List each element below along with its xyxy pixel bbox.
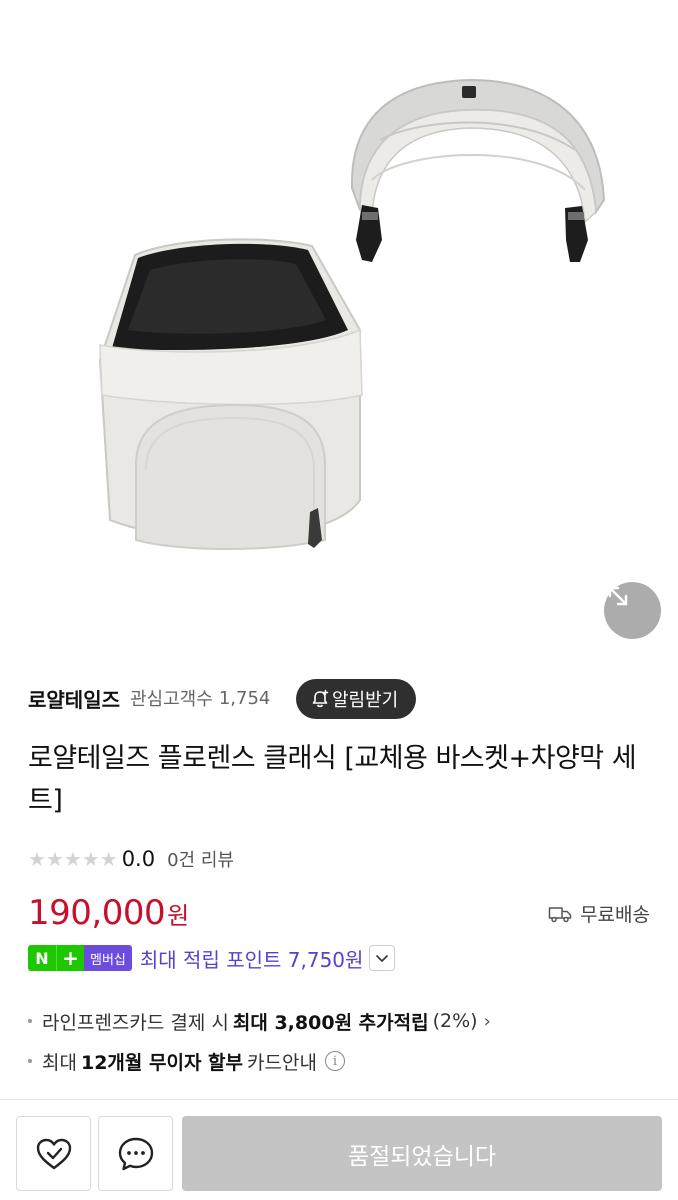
price-value: 190,000 (28, 893, 166, 933)
star-icon: ★ (63, 847, 82, 871)
membership-badge: 멤버십 (84, 945, 132, 971)
alert-button-label: 알림받기 (332, 690, 399, 711)
card-benefit-prefix: 라인프렌즈카드 결제 시 (42, 1011, 229, 1034)
review-count[interactable]: 0건 리뷰 (167, 846, 234, 872)
point-details-toggle[interactable] (369, 945, 396, 971)
star-icon: ★ (28, 847, 46, 871)
price-unit: 원 (167, 902, 190, 930)
info-icon[interactable]: i (324, 1051, 345, 1071)
bell-plus-icon (312, 689, 329, 708)
rating-score: 0.0 (121, 847, 156, 871)
max-point-text: 최대 적립 포인트 7,750원 (139, 947, 364, 972)
rating-row[interactable]: ★ ★ ★ ★ ★ 0.0 0건 리뷰 (28, 844, 234, 874)
follower-count: 1,754 (218, 687, 271, 709)
shipping-label: 무료배송 (580, 904, 650, 926)
follower-label: 관심고객수 (130, 689, 213, 710)
naver-n-badge: N (28, 945, 56, 971)
chevron-right-icon: › (483, 1010, 491, 1032)
product-image[interactable] (0, 0, 678, 665)
product-title: 로얄테일즈 플로렌스 클래식 [교체용 바스켓+차양막 세트] (28, 743, 637, 816)
expand-icon (608, 586, 628, 606)
naver-plus-badge: + (56, 945, 84, 971)
chat-bubble-icon (118, 1137, 153, 1170)
store-info: 로얄테일즈 관심고객수 1,754 (28, 678, 270, 718)
installment-prefix: 최대 (42, 1051, 77, 1074)
store-name[interactable]: 로얄테일즈 (28, 684, 120, 713)
wishlist-button[interactable] (16, 1116, 91, 1191)
star-icon: ★ (99, 847, 118, 871)
chat-button[interactable] (98, 1116, 173, 1191)
truck-icon (548, 906, 572, 922)
bullet (28, 1059, 32, 1063)
shipping-info: 무료배송 (548, 900, 650, 927)
product-photo (98, 78, 606, 550)
installment-months: 12개월 무이자 할부 (80, 1051, 243, 1074)
heart-check-icon (36, 1138, 71, 1169)
installment-benefit[interactable]: 최대 12개월 무이자 할부 카드안내 i (28, 1044, 345, 1078)
star-icon: ★ (45, 847, 64, 871)
expand-image-button[interactable] (604, 582, 661, 639)
star-icon: ★ (81, 847, 100, 871)
price: 190,000 원 (28, 893, 189, 937)
alert-subscribe-button[interactable]: 알림받기 (296, 679, 417, 719)
installment-card-guide: 카드안내 (247, 1051, 317, 1074)
membership-points[interactable]: N + 멤버십 최대 적립 포인트 7,750원 (28, 942, 396, 974)
card-benefit-amount: 최대 3,800원 추가적립 (232, 1011, 429, 1034)
chevron-down-icon (376, 955, 389, 962)
card-benefit-rate: (2%) (432, 1010, 478, 1032)
bullet (28, 1019, 32, 1023)
soldout-button: 품절되었습니다 (182, 1116, 662, 1191)
card-benefit[interactable]: 라인프렌즈카드 결제 시 최대 3,800원 추가적립 (2%) › (28, 1004, 491, 1038)
star-rating: ★ ★ ★ ★ ★ (28, 849, 118, 869)
